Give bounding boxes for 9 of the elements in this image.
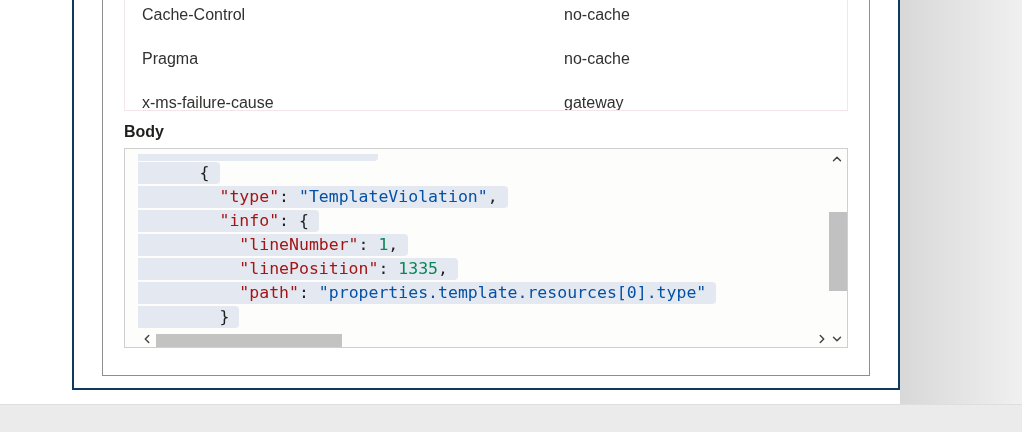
- header-name: Pragma: [142, 49, 200, 69]
- header-value: no-cache: [564, 5, 630, 25]
- header-value: no-cache: [564, 49, 630, 69]
- scrollbar-thumb[interactable]: [829, 212, 847, 291]
- code-editor[interactable]: { "type": "TemplateViolation", "info": { "lineNumber": 1, "linePosition": 1335, "path": "properties.template.resources[0].type" }: [124, 148, 848, 348]
- header-name: Cache-Control: [142, 5, 247, 25]
- body-label: Body: [124, 123, 164, 140]
- header-name: x-ms-failure-cause: [142, 93, 275, 110]
- scrollbar-thumb[interactable]: [156, 334, 342, 347]
